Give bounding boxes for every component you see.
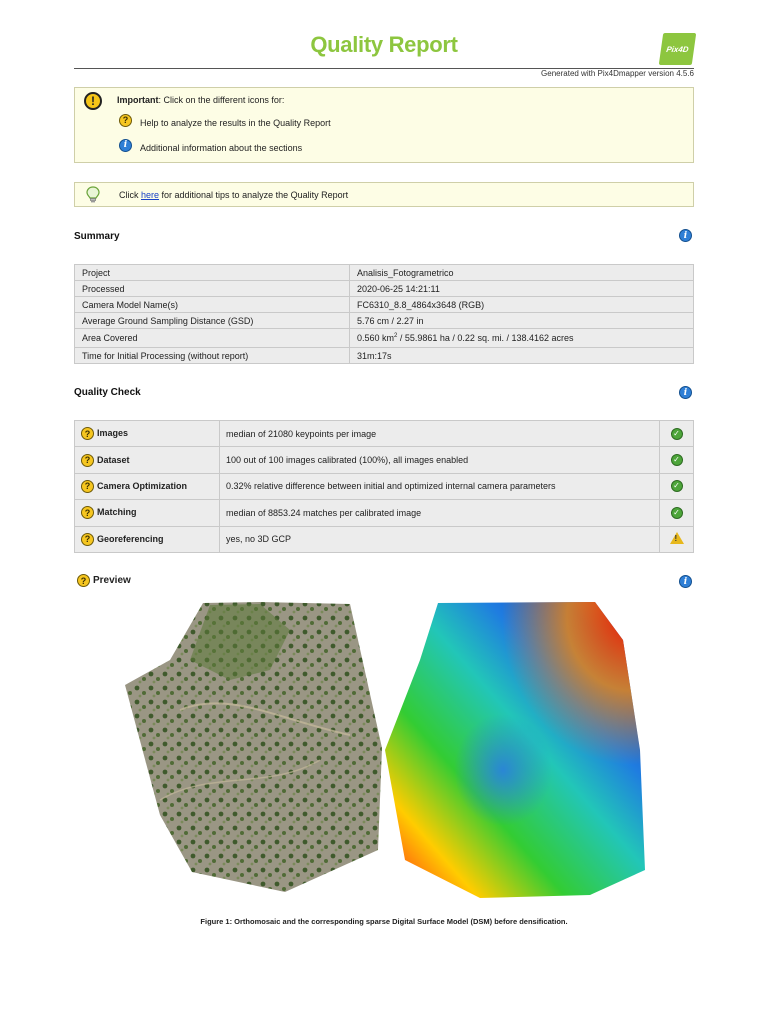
area-km: 0.560 km: [357, 333, 395, 343]
summary-info-icon[interactable]: i: [679, 229, 692, 242]
generated-with-text: Generated with Pix4Dmapper version 4.5.6: [541, 69, 694, 78]
pix4d-logo: Pix4D: [658, 33, 697, 65]
pix4d-logo-text: Pix4D: [665, 44, 690, 54]
quality-check-table: ? Images median of 21080 keypoints per im…: [74, 419, 694, 553]
table-row: Time for Initial Processing (without rep…: [74, 347, 694, 364]
quality-label: Georeferencing: [97, 533, 164, 544]
tips-box: Click here for additional tips to analyz…: [74, 182, 694, 207]
tips-suffix: for additional tips to analyze the Quali…: [159, 190, 349, 200]
quality-value: 100 out of 100 images calibrated (100%),…: [219, 446, 660, 474]
quality-value: median of 8853.24 matches per calibrated…: [219, 499, 660, 527]
question-icon[interactable]: ?: [77, 574, 90, 587]
question-icon[interactable]: ?: [119, 113, 132, 127]
info-legend-row: i Additional information about the secti…: [119, 138, 303, 153]
status-cell: ✓: [659, 499, 694, 527]
status-cell: ✓: [659, 472, 694, 501]
info-icon[interactable]: i: [119, 138, 132, 152]
important-line: Important: Click on the different icons …: [117, 95, 284, 105]
question-icon[interactable]: ?: [81, 479, 94, 493]
figure-caption: Figure 1: Orthomosaic and the correspond…: [200, 917, 568, 926]
quality-label-cell: ? Georeferencing: [74, 525, 220, 553]
summary-value: 31m:17s: [349, 347, 694, 364]
summary-value: FC6310_8.8_4864x3648 (RGB): [349, 296, 694, 313]
table-row: ? Camera Optimization 0.32% relative diff…: [74, 472, 694, 501]
status-cell: !: [659, 525, 694, 553]
check-ok-icon: ✓: [670, 454, 683, 467]
preview-figure: [125, 602, 645, 898]
quality-label: Dataset: [97, 454, 130, 465]
quality-label: Matching: [97, 507, 137, 518]
check-ok-icon: ✓: [670, 427, 683, 440]
quality-value: 0.32% relative difference between initia…: [219, 472, 660, 501]
table-row: ? Images median of 21080 keypoints per im…: [74, 419, 694, 448]
summary-label: Average Ground Sampling Distance (GSD): [74, 312, 350, 329]
table-row: ? Dataset 100 out of 100 images calibrate…: [74, 446, 694, 474]
summary-value: 5.76 cm / 2.27 in: [349, 312, 694, 329]
info-legend-text: Additional information about the section…: [140, 143, 303, 153]
summary-value: 2020-06-25 14:21:11: [349, 280, 694, 297]
summary-table: Project Analisis_Fotogrametrico Processe…: [74, 264, 694, 364]
table-row: Area Covered 0.560 km2 / 55.9861 ha / 0.…: [74, 328, 694, 348]
check-ok-icon: ✓: [670, 480, 683, 493]
table-row: ? Matching median of 8853.24 matches per …: [74, 499, 694, 527]
important-notice-box: ! Important: Click on the different icon…: [74, 87, 694, 163]
summary-value: 0.560 km2 / 55.9861 ha / 0.22 sq. mi. / …: [349, 328, 694, 348]
quality-label-cell: ? Images: [74, 419, 220, 448]
preview-info-icon[interactable]: i: [679, 575, 692, 588]
table-row: ? Georeferencing yes, no 3D GCP !: [74, 525, 694, 553]
area-rest: / 55.9861 ha / 0.22 sq. mi. / 138.4162 a…: [397, 333, 574, 343]
quality-value: median of 21080 keypoints per image: [219, 419, 660, 448]
quality-info-icon[interactable]: i: [679, 386, 692, 399]
summary-label: Area Covered: [74, 328, 350, 348]
quality-label-cell: ? Matching: [74, 499, 220, 527]
quality-label: Images: [97, 428, 129, 439]
table-row: Project Analisis_Fotogrametrico: [74, 264, 694, 281]
exclamation-icon: !: [84, 92, 102, 110]
help-legend-row: ? Help to analyze the results in the Qua…: [119, 113, 331, 128]
quality-check-title: Quality Check: [74, 387, 141, 398]
quality-label-cell: ? Camera Optimization: [74, 472, 220, 501]
important-label: Important: [117, 95, 159, 105]
summary-label: Processed: [74, 280, 350, 297]
warning-icon: !: [669, 532, 684, 545]
check-ok-icon: ✓: [670, 506, 683, 519]
question-icon[interactable]: ?: [81, 506, 94, 520]
summary-label: Camera Model Name(s): [74, 296, 350, 313]
tips-link[interactable]: here: [141, 190, 159, 200]
tips-prefix: Click: [119, 190, 141, 200]
preview-title-text: Preview: [93, 575, 131, 586]
table-row: Average Ground Sampling Distance (GSD) 5…: [74, 312, 694, 329]
tips-text: Click here for additional tips to analyz…: [119, 190, 348, 200]
report-title: Quality Report: [310, 32, 458, 57]
summary-label: Time for Initial Processing (without rep…: [74, 347, 350, 364]
table-row: Processed 2020-06-25 14:21:11: [74, 280, 694, 297]
summary-value: Analisis_Fotogrametrico: [349, 264, 694, 281]
status-cell: ✓: [659, 419, 694, 448]
summary-title: Summary: [74, 231, 120, 242]
quality-label: Camera Optimization: [97, 480, 188, 491]
important-text: : Click on the different icons for:: [158, 95, 285, 105]
status-cell: ✓: [659, 446, 694, 474]
quality-label-cell: ? Dataset: [74, 446, 220, 474]
lightbulb-icon: [86, 186, 100, 203]
table-row: Camera Model Name(s) FC6310_8.8_4864x364…: [74, 296, 694, 313]
summary-label: Project: [74, 264, 350, 281]
question-icon[interactable]: ?: [81, 453, 94, 467]
question-icon[interactable]: ?: [81, 532, 94, 546]
quality-value: yes, no 3D GCP: [219, 525, 660, 553]
question-icon[interactable]: ?: [81, 427, 94, 441]
help-legend-text: Help to analyze the results in the Quali…: [140, 118, 331, 128]
preview-title: ? Preview: [77, 574, 131, 587]
